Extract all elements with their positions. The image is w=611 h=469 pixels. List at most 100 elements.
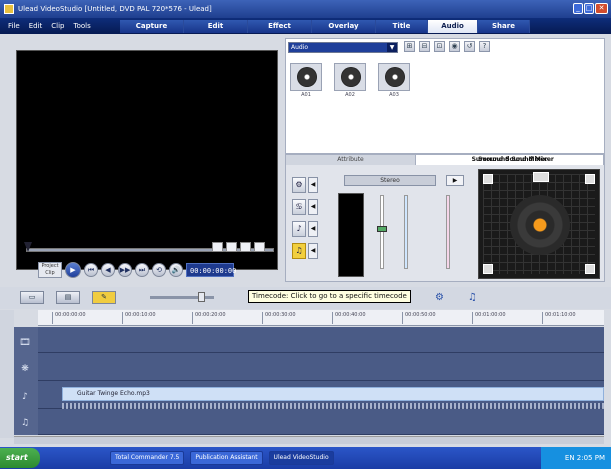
mixer-play-button[interactable]: ▶ xyxy=(446,175,464,186)
track-headers: 🎞 ❋ ♪ ♫ xyxy=(14,327,38,435)
timeline-ruler[interactable]: 00:00:00:00 00:00:10:00 00:00:20:00 00:00:3… xyxy=(38,310,604,326)
import-cd-icon[interactable]: ◉ xyxy=(449,41,460,52)
audio-thumbnail[interactable]: A03 xyxy=(378,63,410,101)
repeat-button[interactable]: ⟲ xyxy=(152,263,166,277)
step-tab-overlay[interactable]: Overlay xyxy=(312,20,376,33)
speaker-front-right-icon xyxy=(585,174,595,184)
library-toolbar: ⊞ ⊟ ⊡ ◉ ↺ ? xyxy=(404,41,490,52)
expand-button[interactable] xyxy=(254,242,265,252)
video-track-icon[interactable]: ⚙ xyxy=(292,177,306,193)
tab-attribute[interactable]: Attribute xyxy=(286,155,416,165)
app-icon xyxy=(4,4,14,14)
audio-disc-icon xyxy=(378,63,410,91)
zoom-slider-handle[interactable] xyxy=(198,292,205,302)
minimize-button[interactable]: _ xyxy=(573,3,583,14)
stereo-label: Stereo xyxy=(344,175,436,186)
surround-sound-field[interactable] xyxy=(478,169,600,279)
end-button[interactable]: ⏭ xyxy=(135,263,149,277)
close-button[interactable]: ✕ xyxy=(595,3,608,14)
taskbar-item[interactable]: Total Commander 7.5 xyxy=(110,451,185,465)
step-tab-share[interactable]: Share xyxy=(478,20,530,33)
mixer-track-row: ♋ ◀ xyxy=(292,199,318,215)
fader-knob[interactable] xyxy=(377,226,387,232)
voice-track-icon[interactable]: ♪ xyxy=(18,391,32,403)
step-tab-capture[interactable]: Capture xyxy=(120,20,184,33)
step-tab-audio[interactable]: Audio xyxy=(428,20,478,33)
disc-graphic xyxy=(341,67,361,87)
speaker-icon[interactable]: ◀ xyxy=(308,199,318,215)
window-controls: _ □ ✕ xyxy=(573,3,608,14)
disc-graphic xyxy=(297,67,317,87)
level-meter-left xyxy=(404,195,408,269)
library-manager-icon[interactable]: ⊟ xyxy=(419,41,430,52)
speaker-icon[interactable]: ◀ xyxy=(308,243,318,259)
ruler-tick-label: 00:00:50:00 xyxy=(402,312,436,324)
timecode-display[interactable]: 00:00:00:00 xyxy=(186,263,236,277)
taskbar-item-active[interactable]: Ulead VideoStudio xyxy=(268,451,334,465)
timeline-scrollbar[interactable] xyxy=(14,436,604,444)
speaker-icon[interactable]: ◀ xyxy=(308,221,318,237)
audio-disc-icon xyxy=(290,63,322,91)
audio-thumbnail[interactable]: A01 xyxy=(290,63,322,101)
auto-music-icon[interactable]: ♫ xyxy=(466,291,479,304)
step-tab-effect[interactable]: Effect xyxy=(248,20,312,33)
speaker-center-icon xyxy=(533,172,549,182)
audio-thumbnail[interactable]: A02 xyxy=(334,63,366,101)
refresh-icon[interactable]: ↺ xyxy=(464,41,475,52)
storyboard-view-button[interactable]: ▭ xyxy=(20,291,44,304)
ruler-tick-label: 00:00:20:00 xyxy=(192,312,226,324)
audio-clip[interactable]: Guitar Twinge Echo.mp3 xyxy=(62,387,604,401)
mixer-track-list: ⚙ ◀ ♋ ◀ ♪ ◀ ♫ ◀ xyxy=(292,177,318,259)
volume-fader[interactable] xyxy=(377,195,387,269)
view-icon[interactable]: ⊡ xyxy=(434,41,445,52)
menu-edit[interactable]: Edit xyxy=(29,22,43,30)
music-track-icon[interactable]: ♫ xyxy=(18,417,32,429)
window-title: Ulead VideoStudio [Untitled, DVD PAL 720… xyxy=(18,5,212,13)
help-icon[interactable]: ? xyxy=(479,41,490,52)
track-manager-icon[interactable]: ⚙ xyxy=(433,291,446,304)
video-track-icon[interactable]: 🎞 xyxy=(18,337,32,349)
volume-button[interactable]: 🔊 xyxy=(169,263,183,277)
speaker-icon[interactable]: ◀ xyxy=(308,177,318,193)
taskbar-item[interactable]: Publication Assistant xyxy=(190,451,263,465)
next-frame-button[interactable]: ▶▶ xyxy=(118,263,132,277)
menu-tools[interactable]: Tools xyxy=(74,22,91,30)
step-tab-title[interactable]: Title xyxy=(376,20,428,33)
vu-meter xyxy=(338,193,364,277)
start-button[interactable]: start xyxy=(0,448,40,468)
speaker-front-left-icon xyxy=(483,174,493,184)
overlay-track-icon[interactable]: ❋ xyxy=(18,363,32,375)
mark-out-button[interactable] xyxy=(226,242,237,252)
surround-position-ring[interactable] xyxy=(510,195,570,255)
play-button[interactable]: ▶ xyxy=(65,262,81,278)
library-dropdown[interactable]: Audio ▼ xyxy=(288,42,398,53)
thumbnail-label: A03 xyxy=(389,92,399,98)
previous-frame-button[interactable]: ◀ xyxy=(101,263,115,277)
ruler-tick-label: 00:00:10:00 xyxy=(122,312,156,324)
voice-track-icon[interactable]: ♪ xyxy=(292,221,306,237)
music-track-icon[interactable]: ♫ xyxy=(292,243,306,259)
step-tab-edit[interactable]: Edit xyxy=(184,20,248,33)
overlay-track-lane[interactable] xyxy=(38,353,604,381)
cut-clip-button[interactable] xyxy=(240,242,251,252)
project-clip-toggle[interactable]: Project Clip xyxy=(38,262,62,278)
mark-in-button[interactable] xyxy=(212,242,223,252)
playback-controls: Project Clip ▶ ⏮ ◀ ▶▶ ⏭ ⟲ 🔊 00:00:00:00 xyxy=(38,262,236,278)
timeline-view-button[interactable]: ▤ xyxy=(56,291,80,304)
maximize-button[interactable]: □ xyxy=(584,3,594,14)
timeline-tracks: Guitar Twinge Echo.mp3 xyxy=(38,327,604,435)
music-track-lane[interactable] xyxy=(38,409,604,435)
app-window: Ulead VideoStudio [Untitled, DVD PAL 720… xyxy=(0,0,611,469)
overlay-track-icon[interactable]: ♋ xyxy=(292,199,306,215)
add-media-icon[interactable]: ⊞ xyxy=(404,41,415,52)
thumbnail-label: A01 xyxy=(301,92,311,98)
menu-clip[interactable]: Clip xyxy=(51,22,64,30)
timeline-left-strip xyxy=(0,310,14,438)
video-track-lane[interactable] xyxy=(38,327,604,353)
home-button[interactable]: ⏮ xyxy=(84,263,98,277)
library-panel: Audio ▼ ⊞ ⊟ ⊡ ◉ ↺ ? A01 A02 A03 xyxy=(285,38,605,154)
menu-file[interactable]: File xyxy=(8,22,20,30)
library-thumbnails: A01 A02 A03 xyxy=(290,63,410,101)
audio-view-button[interactable]: ✎ xyxy=(92,291,116,304)
step-bar: File Edit Clip Tools Capture Edit Effect Ov… xyxy=(0,18,611,34)
